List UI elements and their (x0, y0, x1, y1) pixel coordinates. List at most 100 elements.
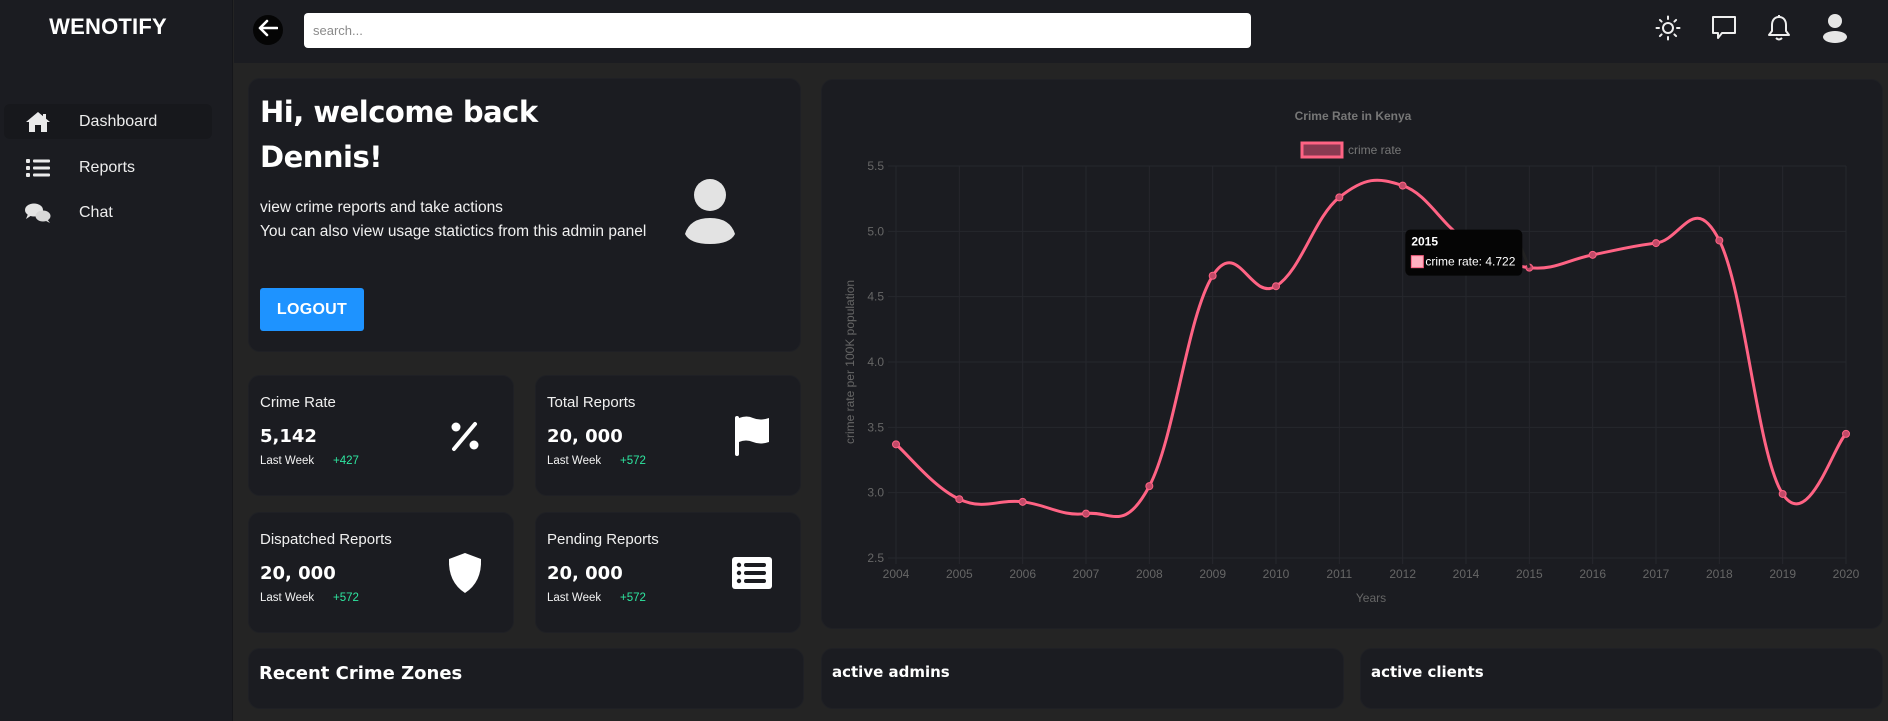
bell-icon (1766, 14, 1792, 46)
stat-change: +427 (333, 455, 359, 467)
y-tick-label: 3.5 (867, 420, 884, 434)
data-point (1272, 282, 1280, 291)
legend-label[interactable]: crime rate (1348, 143, 1402, 157)
x-tick-label: 2012 (1389, 567, 1416, 581)
welcome-description: view crime reports and take actions You … (260, 196, 660, 244)
sidebar-item-reports[interactable]: Reports (4, 150, 212, 185)
data-point (892, 440, 900, 449)
crime-rate-chart[interactable]: Crime Rate in Kenya crime rate 2.5 3.0 3.5… (822, 80, 1884, 630)
welcome-username: Dennis! (260, 140, 382, 174)
series-line (895, 178, 1848, 519)
data-point (1715, 236, 1724, 245)
stat-value: 20, 000 (260, 563, 336, 584)
stat-value: 20, 000 (547, 563, 623, 584)
chart-tooltip: 2015 crime rate: 4.722 (1405, 229, 1531, 276)
active-clients-title: active clients (1371, 663, 1484, 681)
data-point (1145, 482, 1154, 491)
stat-change: +572 (620, 455, 646, 467)
messages-button[interactable] (1709, 14, 1739, 46)
sidebar-item-label: Dashboard (79, 112, 158, 130)
stat-card-pending-reports: Pending Reports 20, 000 Last Week +572 (535, 512, 801, 633)
x-tick-label: 2017 (1643, 567, 1670, 581)
x-axis-ticks: 2004 2005 2006 2007 2008 2009 2010 2011 2012 2014… (883, 567, 1860, 581)
crime-rate-chart-card: Crime Rate in Kenya crime rate 2.5 3.0 3.5… (821, 79, 1883, 629)
x-tick-label: 2010 (1263, 567, 1290, 581)
logout-button[interactable]: LOGOUT (260, 288, 364, 331)
stat-title: Dispatched Reports (260, 531, 392, 548)
data-point (1208, 271, 1217, 280)
stat-title: Total Reports (547, 394, 636, 411)
shield-icon (443, 551, 487, 595)
active-admins-card: active admins (821, 648, 1344, 709)
chart-title: Crime Rate in Kenya (1295, 109, 1412, 123)
stat-value: 20, 000 (547, 426, 623, 447)
chat-bubbles-icon (24, 201, 52, 225)
x-tick-label: 2014 (1453, 567, 1480, 581)
x-tick-label: 2004 (883, 567, 910, 581)
brand-logo: WENOTIFY (49, 14, 167, 39)
data-point (1588, 250, 1597, 259)
data-point (1652, 239, 1660, 248)
tooltip-title: 2015 (1411, 235, 1438, 249)
y-axis-ticks: 2.5 3.0 3.5 4.0 4.5 5.0 5.5 (867, 159, 884, 565)
welcome-desc-line: view crime reports and take actions (260, 199, 503, 216)
stat-card-total-reports: Total Reports 20, 000 Last Week +572 (535, 375, 801, 496)
y-tick-label: 5.0 (867, 224, 884, 238)
y-tick-label: 4.5 (867, 290, 884, 304)
y-tick-label: 3.0 (867, 486, 884, 500)
stat-period: Last Week (260, 592, 315, 604)
arrow-left-icon (258, 19, 279, 41)
data-point (1778, 489, 1787, 498)
y-tick-label: 2.5 (867, 551, 884, 565)
y-axis-label: crime rate per 100K population (843, 280, 857, 444)
home-icon (24, 110, 52, 134)
stat-card-dispatched-reports: Dispatched Reports 20, 000 Last Week +57… (248, 512, 514, 633)
data-point (1398, 181, 1407, 190)
stat-card-crime-rate: Crime Rate 5,142 Last Week +427 (248, 375, 514, 496)
x-tick-label: 2016 (1579, 567, 1606, 581)
x-tick-label: 2007 (1073, 567, 1100, 581)
stat-title: Crime Rate (260, 394, 336, 411)
tooltip-label: crime rate: 4.722 (1425, 255, 1515, 269)
x-tick-label: 2008 (1136, 567, 1163, 581)
legend-swatch (1300, 141, 1344, 159)
welcome-card: Hi, welcome back Dennis! view crime repo… (248, 78, 801, 352)
search-input[interactable] (304, 13, 1251, 48)
stat-value: 5,142 (260, 426, 317, 447)
user-avatar-icon (680, 178, 740, 250)
data-point (1018, 497, 1027, 506)
stat-title: Pending Reports (547, 531, 659, 548)
sidebar-item-chat[interactable]: Chat (4, 195, 212, 230)
flag-icon (730, 414, 774, 458)
data-point (1082, 509, 1090, 518)
x-tick-label: 2005 (946, 567, 973, 581)
user-icon (1821, 13, 1849, 47)
data-point (1842, 429, 1850, 438)
stat-change: +572 (620, 592, 646, 604)
sidebar: WENOTIFY Dashboard Reports Chat (0, 0, 233, 721)
welcome-heading: Hi, welcome back (260, 95, 538, 129)
x-tick-label: 2011 (1326, 567, 1352, 581)
theme-toggle-button[interactable] (1653, 14, 1683, 46)
x-tick-label: 2015 (1516, 567, 1543, 581)
list-icon (24, 156, 52, 180)
list-box-icon (730, 551, 774, 595)
x-tick-label: 2009 (1199, 567, 1226, 581)
active-clients-card: active clients (1360, 648, 1883, 709)
x-tick-label: 2019 (1769, 567, 1796, 581)
profile-button[interactable] (1820, 14, 1850, 46)
notifications-button[interactable] (1764, 14, 1794, 46)
x-tick-label: 2020 (1833, 567, 1860, 581)
stat-change: +572 (333, 592, 359, 604)
percent-icon (443, 414, 487, 458)
stat-period: Last Week (260, 455, 315, 467)
recent-crime-zones-card: Recent Crime Zones (248, 648, 804, 709)
sidebar-item-dashboard[interactable]: Dashboard (4, 104, 212, 139)
y-tick-label: 5.5 (867, 159, 884, 173)
data-point (1335, 193, 1344, 202)
x-axis-label: Years (1356, 591, 1386, 605)
stat-period: Last Week (547, 455, 602, 467)
data-point (955, 495, 964, 504)
active-admins-title: active admins (832, 663, 950, 681)
back-button[interactable] (253, 15, 283, 45)
